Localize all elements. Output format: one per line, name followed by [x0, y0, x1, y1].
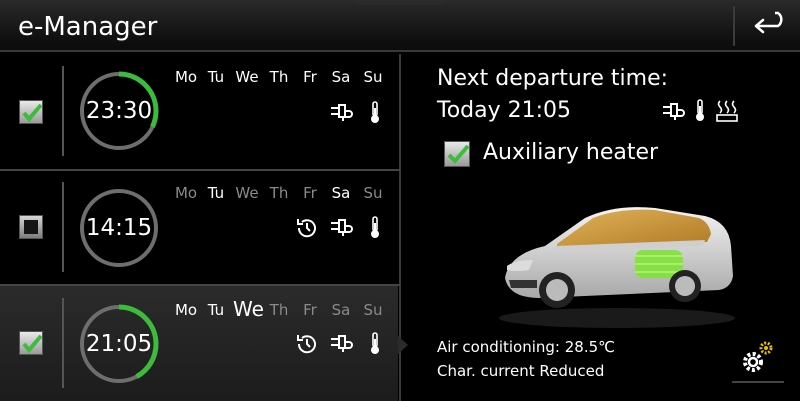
back-button[interactable]: [738, 4, 798, 48]
timer-2-days: Mo Tu We Th Fr Sa Su: [172, 184, 387, 206]
top-notch: [355, 0, 445, 5]
timer-1-time: 23:30: [85, 98, 153, 124]
day-label: Su: [363, 301, 383, 319]
header-bar: e-Manager: [0, 0, 800, 52]
check-mark-icon: [22, 103, 43, 123]
thermometer-icon: [696, 99, 704, 121]
timer-2-time: 14:15: [85, 215, 153, 241]
day-label: Tu: [207, 184, 225, 202]
row-divider: [62, 298, 64, 388]
next-departure-label: Next departure time:: [437, 66, 669, 91]
recurring-timer-icon: [294, 331, 320, 357]
check-mark-icon: [22, 334, 43, 354]
day-label: Sa: [331, 68, 351, 86]
settings-button[interactable]: [735, 336, 779, 380]
day-label: Mo: [174, 184, 198, 202]
timer-2-dial[interactable]: 14:15: [78, 187, 160, 269]
day-label: We: [233, 297, 264, 321]
day-label: Th: [269, 184, 289, 202]
day-label: Tu: [207, 68, 225, 86]
heater-icon: [716, 100, 738, 122]
day-label: We: [235, 184, 259, 202]
row-divider: [62, 182, 64, 272]
settings-underline: [732, 381, 784, 383]
plug-icon: [328, 215, 354, 241]
day-label: Su: [363, 184, 383, 202]
gear-icon: [743, 341, 773, 372]
page-title: e-Manager: [18, 12, 158, 42]
timer-3-dial[interactable]: 21:05: [78, 303, 160, 385]
day-label: Fr: [303, 68, 317, 86]
header-divider: [733, 6, 735, 46]
day-label: Th: [269, 68, 289, 86]
recurring-timer-icon: [294, 215, 320, 241]
auxiliary-heater-label: Auxiliary heater: [483, 140, 659, 165]
day-label: Mo: [174, 68, 198, 86]
day-label: Su: [363, 68, 383, 86]
day-label: Fr: [303, 301, 317, 319]
row-divider: [62, 66, 64, 156]
row-separator: [0, 169, 400, 171]
plug-icon: [328, 331, 354, 357]
day-label: Mo: [174, 301, 198, 319]
timer-2-checkbox[interactable]: [19, 215, 43, 239]
selected-row-pointer: [398, 336, 408, 354]
timer-3-time: 21:05: [85, 331, 153, 357]
timer-1-dial[interactable]: 23:30: [78, 70, 160, 152]
day-label: Sa: [331, 184, 351, 202]
plug-icon: [328, 100, 354, 126]
charge-current-status: Char. current Reduced: [437, 362, 605, 380]
day-label: We: [235, 68, 259, 86]
next-departure-time: Today 21:05: [437, 98, 572, 123]
day-label: Tu: [207, 301, 225, 319]
check-mark-icon: [447, 144, 470, 164]
timer-3-days: Mo Tu We Th Fr Sa Su: [172, 297, 387, 323]
thermometer-icon: [362, 100, 388, 126]
day-label: Sa: [331, 301, 351, 319]
thermometer-icon: [362, 331, 388, 357]
timer-3-checkbox[interactable]: [19, 331, 43, 355]
air-conditioning-status: Air conditioning: 28.5℃: [437, 338, 615, 356]
timer-1-checkbox[interactable]: [19, 100, 43, 124]
timer-1-days: Mo Tu We Th Fr Sa Su: [172, 68, 387, 90]
plug-icon: [663, 103, 685, 120]
car-illustration: [495, 190, 740, 330]
back-arrow-icon: [754, 11, 783, 34]
day-label: Fr: [303, 184, 317, 202]
thermometer-icon: [362, 215, 388, 241]
auxiliary-heater-checkbox[interactable]: [444, 141, 470, 167]
day-label: Th: [269, 301, 289, 319]
departure-icons: [660, 99, 740, 123]
